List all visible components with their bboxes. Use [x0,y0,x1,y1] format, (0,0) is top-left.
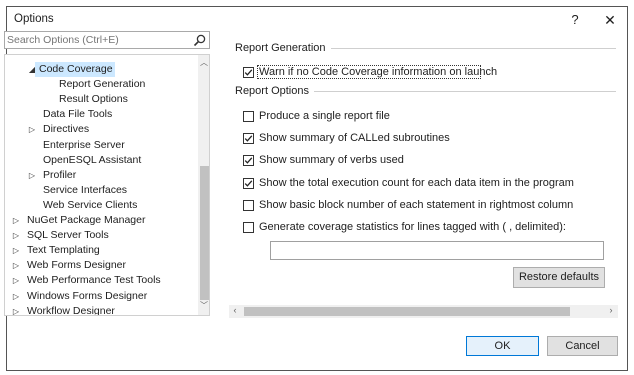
tree-item[interactable]: Result Options [5,92,195,107]
tree-item[interactable]: ▷ NuGet Package Manager [5,213,195,228]
tree-item[interactable]: ▷ Web Forms Designer [5,258,195,273]
checkmark-icon [244,135,253,142]
tree-scroll-thumb[interactable] [200,166,209,300]
section-divider [314,91,616,92]
scroll-down-icon[interactable]: ﹀ [198,300,209,311]
report-option-checkbox[interactable] [243,200,254,211]
tree-item-label: Report Generation [59,78,146,91]
collapse-arrow-icon[interactable]: ◢ [27,62,37,77]
tree-item[interactable]: OpenESQL Assistant [5,153,195,168]
expand-arrow-icon[interactable]: ▷ [27,122,37,137]
cancel-button[interactable]: Cancel [547,336,618,356]
tree-item[interactable]: ▷ Web Performance Test Tools [5,273,195,288]
tree-item[interactable]: ▷ Profiler [5,168,195,183]
tree-item[interactable]: ◢ Code Coverage [29,62,115,77]
report-options-heading: Report Options [235,85,309,97]
expand-arrow-icon[interactable]: ▷ [11,273,21,288]
tree-item-label: Web Performance Test Tools [27,274,161,287]
expand-arrow-icon[interactable]: ▷ [11,228,21,243]
report-generation-heading: Report Generation [235,42,326,54]
tree-item[interactable]: ▷ Workflow Designer [5,304,195,316]
tree-item[interactable]: ▷ SQL Server Tools [5,228,195,243]
tree-item-label: Result Options [59,93,128,106]
tree-item-label: SQL Server Tools [27,229,109,242]
report-option-label: Show the total execution count for each … [259,177,574,189]
checkmark-icon [244,69,253,76]
expand-arrow-icon[interactable]: ▷ [11,213,21,228]
report-option-checkbox[interactable] [243,111,254,122]
search-box [4,31,210,49]
report-option-label: Show summary of CALLed subroutines [259,132,450,144]
options-tree: ◢ Code Coverage Report Generation Result Op… [4,54,210,316]
search-icon[interactable] [193,34,206,47]
scroll-right-icon[interactable]: › [605,305,617,315]
search-input[interactable] [7,32,187,48]
tree-item-label: OpenESQL Assistant [43,153,142,166]
focus-rectangle [257,65,481,79]
tree-item-label: Enterprise Server [43,138,125,151]
tree-item[interactable]: Report Generation [5,77,195,92]
tree-item-label: Web Service Clients [43,198,138,211]
expand-arrow-icon[interactable]: ▷ [11,304,21,315]
report-option-label: Produce a single report file [259,110,390,122]
expand-arrow-icon[interactable]: ▷ [11,289,21,304]
tree-item[interactable]: ▷ Windows Forms Designer [5,289,195,304]
report-option-label: Show summary of verbs used [259,154,404,166]
tree-item-label: Text Templating [27,244,100,257]
dialog-title: Options [14,13,54,25]
tree-item-label: Windows Forms Designer [27,289,148,302]
help-button[interactable]: ? [565,10,585,30]
expand-arrow-icon[interactable]: ▷ [11,243,21,258]
expand-arrow-icon[interactable]: ▷ [27,168,37,183]
report-option-checkbox[interactable] [243,222,254,233]
tree-item[interactable]: Enterprise Server [5,138,195,153]
checkmark-icon [244,157,253,164]
report-option-checkbox[interactable] [243,155,254,166]
delimited-tags-input[interactable] [270,241,604,260]
title-bar: Options ? ✕ [7,7,627,33]
scroll-up-icon[interactable]: ︿ [198,57,209,68]
ok-button[interactable]: OK [466,336,539,356]
restore-defaults-button[interactable]: Restore defaults [513,267,605,288]
tree-item[interactable]: Data File Tools [5,107,195,122]
tree-item[interactable]: ▷ Text Templating [5,243,195,258]
tree-item-label: Web Forms Designer [27,259,127,272]
tree-item[interactable]: Web Service Clients [5,198,195,213]
report-option-label: Show basic block number of each statemen… [259,199,574,211]
tree-item-label: Workflow Designer [27,304,115,316]
tree-item[interactable]: Service Interfaces [5,183,195,198]
tree-item-label: Service Interfaces [43,183,128,196]
report-option-label: Generate coverage statistics for lines t… [259,221,566,233]
tree-item-label: Code Coverage [39,63,113,75]
report-option-checkbox[interactable] [243,178,254,189]
tree-item-label: Directives [43,123,90,136]
expand-arrow-icon[interactable]: ▷ [11,258,21,273]
tree-item-label: Profiler [43,168,77,181]
checkmark-icon [244,180,253,187]
warn-checkbox[interactable] [243,67,254,78]
report-option-checkbox[interactable] [243,133,254,144]
scroll-left-icon[interactable]: ‹ [229,305,241,315]
horizontal-scroll-thumb[interactable] [244,307,570,316]
section-divider [331,48,616,49]
tree-item-label: NuGet Package Manager [27,214,146,226]
tree-item[interactable]: ▷ Directives [5,122,195,137]
tree-item-label: Data File Tools [43,108,113,121]
close-button[interactable]: ✕ [599,9,621,31]
